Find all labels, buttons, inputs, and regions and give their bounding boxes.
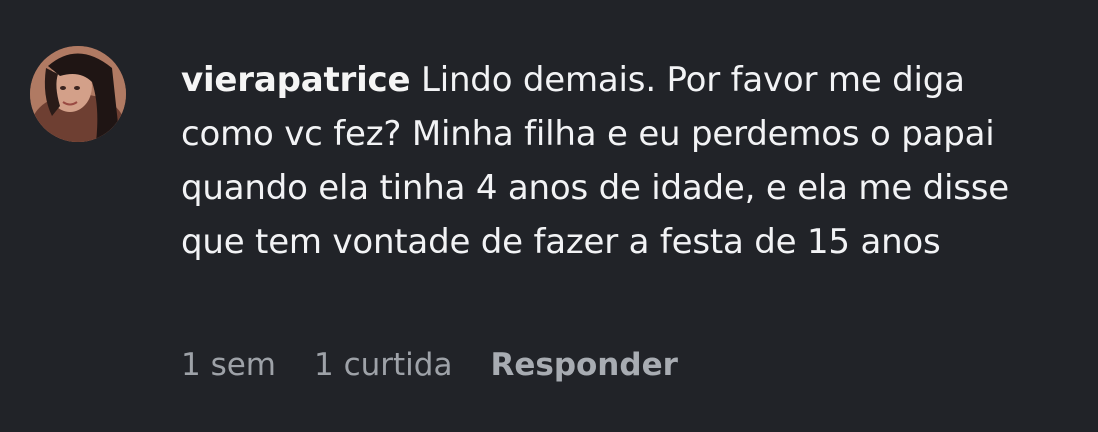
reply-button[interactable]: Responder bbox=[490, 343, 677, 387]
comment-username[interactable]: vierapatrice bbox=[181, 60, 411, 100]
comment: vierapatrice Lindo demais. Por favor me … bbox=[0, 0, 1098, 432]
comment-body: vierapatrice Lindo demais. Por favor me … bbox=[181, 53, 1061, 269]
comment-likes[interactable]: 1 curtida bbox=[314, 343, 452, 387]
avatar[interactable] bbox=[30, 46, 126, 142]
avatar-photo bbox=[30, 46, 126, 142]
comment-time[interactable]: 1 sem bbox=[181, 343, 276, 387]
comment-meta: 1 sem 1 curtida Responder bbox=[181, 343, 678, 387]
